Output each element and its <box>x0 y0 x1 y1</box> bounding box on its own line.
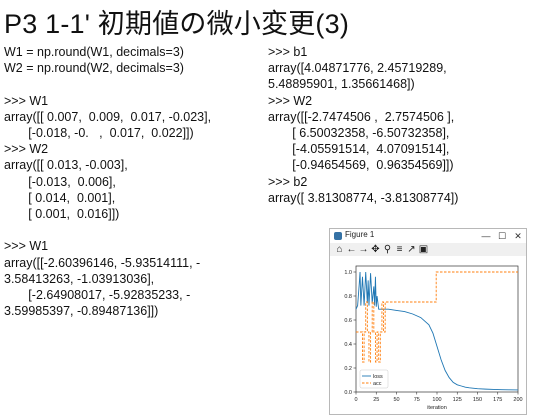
figure-window-title: Figure 1 <box>345 230 375 239</box>
x-tick-label: 175 <box>493 397 502 403</box>
configure-icon[interactable]: ≡ <box>394 244 405 255</box>
back-icon[interactable]: ← <box>346 244 357 255</box>
code-line: >>> b1 <box>268 45 308 59</box>
x-tick-label: 150 <box>473 397 482 403</box>
figure-toolbar: ⌂ ← → ✥ ⚲ ≡ ↗ ▣ <box>330 243 526 256</box>
save-icon[interactable]: ▣ <box>418 244 429 255</box>
code-line: array([4.04871776, 2.45719289, <box>268 61 447 76</box>
code-line: >>> b2 <box>268 174 308 189</box>
x-tick-label: 100 <box>432 397 441 403</box>
y-tick-label: 1.0 <box>344 270 352 276</box>
figure-titlebar[interactable]: Figure 1 — ☐ ✕ <box>330 229 526 243</box>
y-tick-label: 0.6 <box>344 318 352 324</box>
pan-icon[interactable]: ✥ <box>370 244 381 255</box>
home-icon[interactable]: ⌂ <box>334 244 345 255</box>
code-line: [-4.05591514, 4.07091514], <box>268 142 450 157</box>
maximize-icon[interactable]: ☐ <box>494 229 510 243</box>
code-line: 3.59985397, -0.89487136]]) <box>4 304 159 319</box>
code-line: array([[ 0.013, -0.003], <box>4 158 128 173</box>
code-line: array([[-2.7474506 , 2.7574506 ], <box>268 109 455 124</box>
x-tick-label: 25 <box>373 397 379 403</box>
code-line: array([ 3.81308774, -3.81308774]) <box>268 190 459 205</box>
y-tick-label: 0.8 <box>344 294 352 300</box>
code-line: array([[-2.60396146, -5.93514111, - <box>4 255 201 270</box>
forward-icon[interactable]: → <box>358 244 369 255</box>
x-axis-label: iteration <box>427 405 447 411</box>
code-line: [ 0.014, 0.001], <box>4 190 116 205</box>
legend-label-acc: acc <box>373 381 382 387</box>
plot-area: 0 25 50 75 100 125 150 175 200 0.0 0.2 0.4 0.6 0.8 1.0… <box>330 256 526 414</box>
code-line: >>> W1 <box>4 239 49 254</box>
slide-title: P3 1-1' 初期値の微小変更(3) <box>4 9 350 39</box>
code-line: 5.48895901, 1.35661468]) <box>268 77 415 92</box>
code-line: array([[ 0.007, 0.009, 0.017, -0.023], <box>4 109 212 124</box>
y-tick-label: 0.0 <box>344 390 352 396</box>
x-tick-label: 125 <box>453 397 462 403</box>
code-line: >>> W2 <box>268 93 313 108</box>
loss-acc-chart: 0 25 50 75 100 125 150 175 200 0.0 0.2 0.4 0.6 0.8 1.0… <box>344 265 523 411</box>
code-line: 3.58413263, -1.03913036], <box>4 271 155 286</box>
code-line: [-2.64908017, -5.92835233, - <box>4 288 191 302</box>
x-tick-label: 50 <box>393 397 399 403</box>
x-tick-label: 0 <box>354 397 357 403</box>
close-icon[interactable]: ✕ <box>510 229 526 243</box>
code-line: [-0.013, 0.006], <box>4 174 116 189</box>
figure-window: Figure 1 — ☐ ✕ ⌂ ← → ✥ ⚲ ≡ ↗ ▣ 0 25 50 75 100 125 150… <box>329 228 527 415</box>
x-tick-label: 75 <box>414 397 420 403</box>
code-line: W2 = np.round(W2, decimals=3) <box>4 61 184 76</box>
minimize-icon[interactable]: — <box>478 229 494 243</box>
code-line: >>> W1 <box>4 93 49 108</box>
code-line: [ 6.50032358, -6.50732358], <box>268 126 450 140</box>
x-tick-label: 200 <box>513 397 522 403</box>
code-line: [-0.94654569, 0.96354569]]) <box>268 158 454 173</box>
y-tick-label: 0.4 <box>344 342 352 348</box>
edit-axis-icon[interactable]: ↗ <box>406 244 417 255</box>
code-line: >>> W2 <box>4 142 49 157</box>
figure-app-icon <box>334 232 342 240</box>
code-line: W1 = np.round(W1, decimals=3) <box>4 45 184 59</box>
code-line: [-0.018, -0. , 0.017, 0.022]]) <box>4 126 194 140</box>
y-tick-label: 0.2 <box>344 366 352 372</box>
zoom-icon[interactable]: ⚲ <box>382 244 393 255</box>
code-line: [ 0.001, 0.016]]) <box>4 207 120 221</box>
legend-label-loss: loss <box>373 374 383 380</box>
